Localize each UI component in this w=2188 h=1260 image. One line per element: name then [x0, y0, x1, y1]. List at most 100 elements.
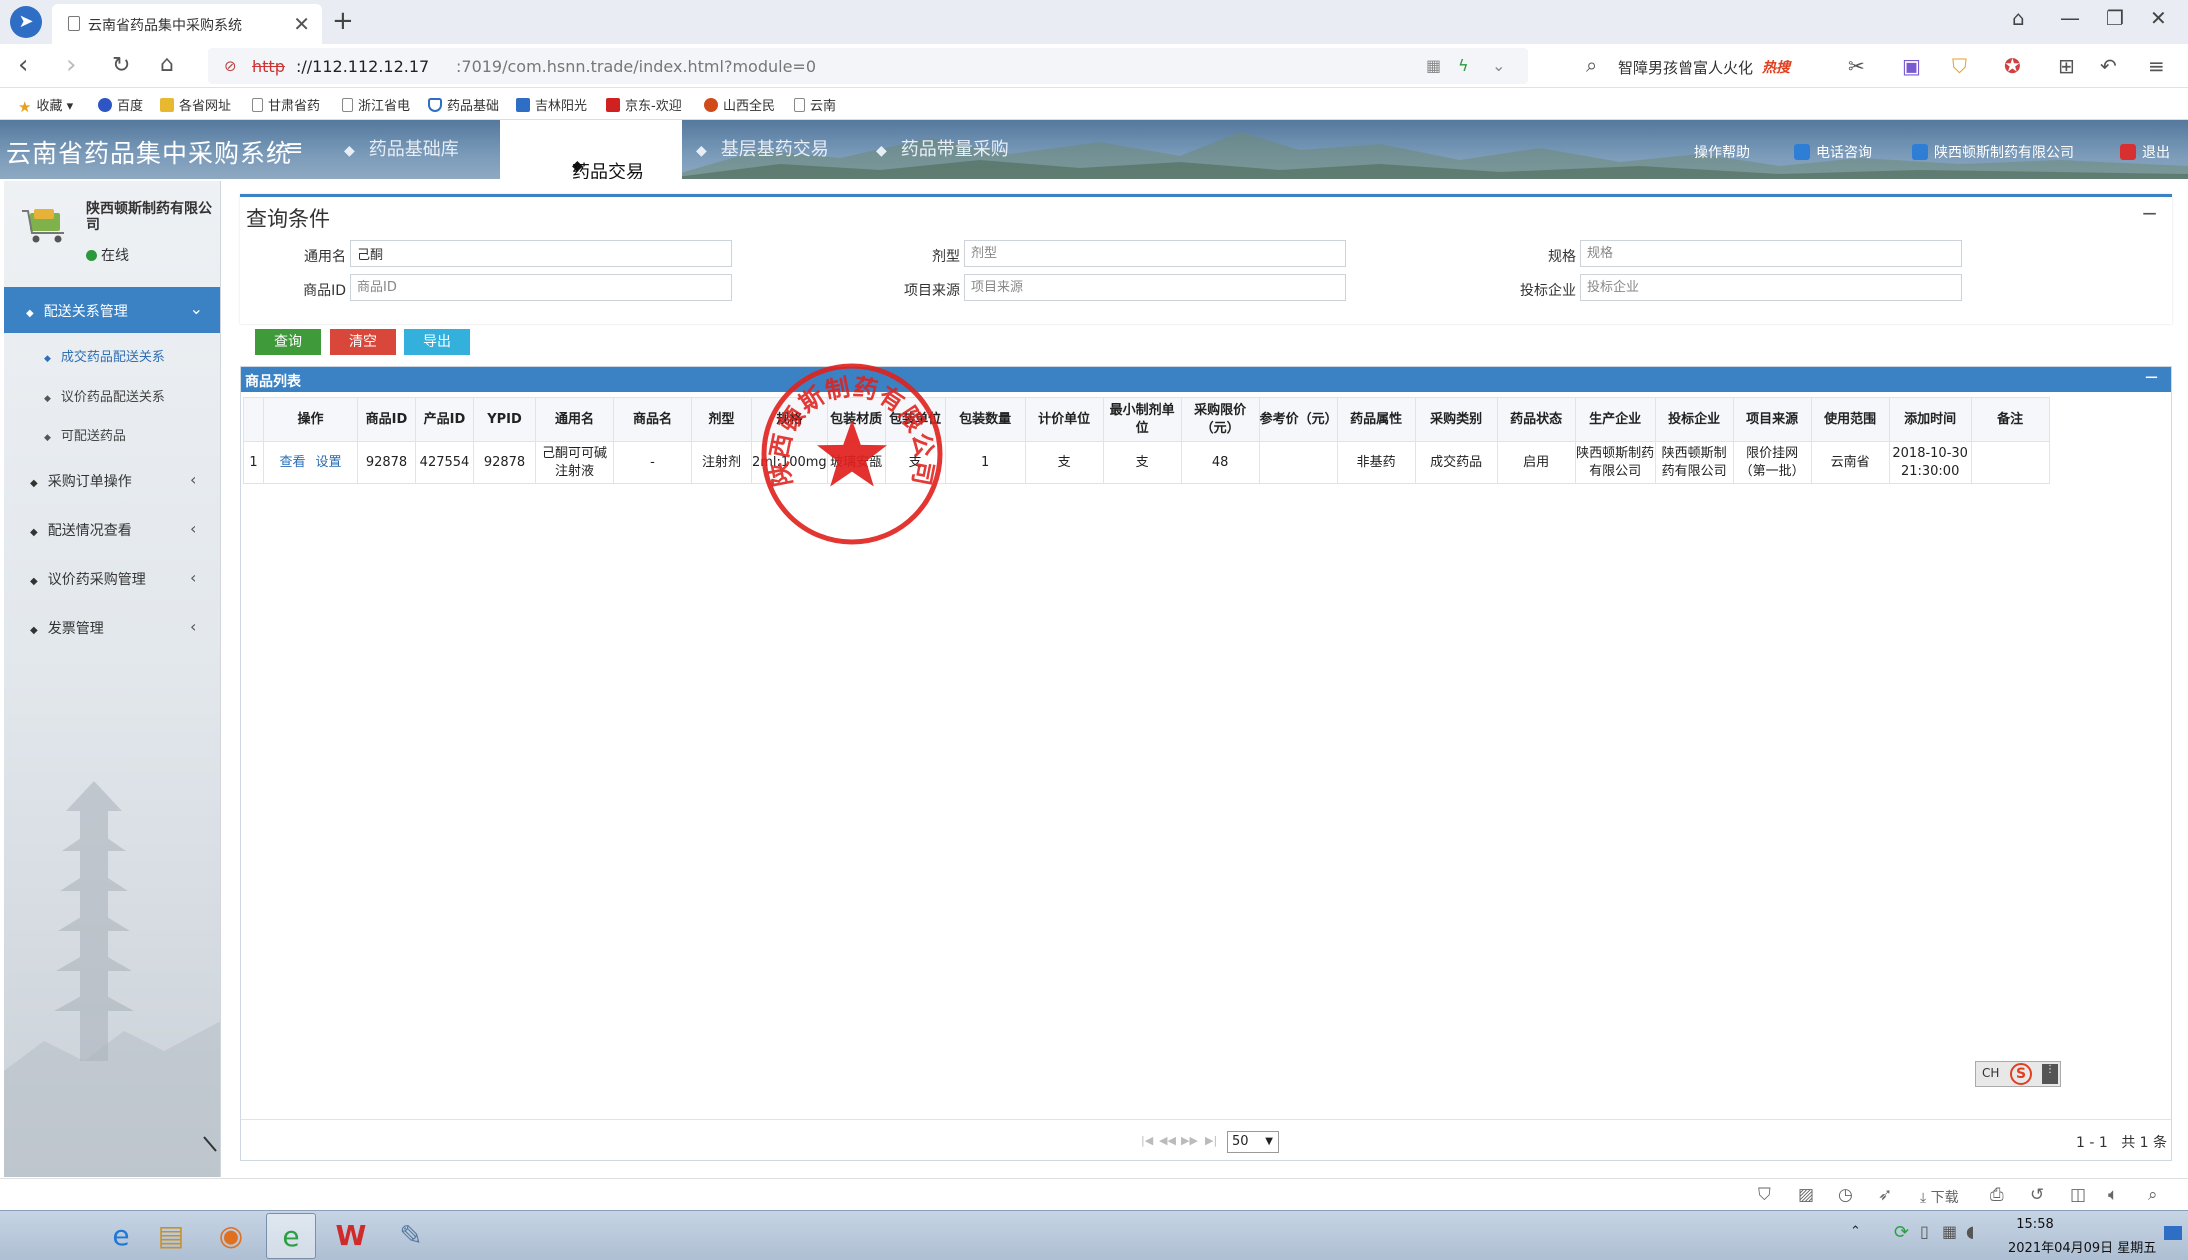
minimize-button[interactable]: —	[2060, 6, 2080, 30]
chevron-left-icon[interactable]: ‹	[190, 568, 196, 587]
tray-expand-icon[interactable]: ⌃	[1850, 1224, 1861, 1239]
media-player-icon[interactable]: ◉	[206, 1213, 256, 1259]
browser-tab[interactable]: 云南省药品集中采购系统 ✕	[52, 4, 322, 44]
column-header[interactable]: 包装材质	[826, 397, 886, 442]
column-header[interactable]: 生产企业	[1574, 397, 1656, 442]
clear-button[interactable]: 清空	[330, 329, 396, 355]
settings-link[interactable]: 设置	[316, 455, 342, 470]
sound-icon[interactable]: 🔈︎	[2108, 1185, 2118, 1205]
chevron-down-icon[interactable]: ⌄	[1492, 56, 1505, 75]
bookmark-item[interactable]: 京东-欢迎	[606, 95, 682, 114]
bookmark-item[interactable]: 吉林阳光	[516, 95, 587, 114]
collapse-icon[interactable]: −	[2144, 367, 2159, 388]
ime-menu-icon[interactable]: ⋮	[2042, 1064, 2058, 1084]
sidebar-group-delivery-status[interactable]: ◆ 配送情况查看	[30, 520, 132, 540]
rocket-icon[interactable]: ➶	[1878, 1185, 1892, 1205]
forward-icon[interactable]: ›	[66, 50, 76, 80]
help-link[interactable]: 操作帮助	[1694, 142, 1750, 162]
refresh-icon[interactable]: ↺	[2030, 1185, 2044, 1205]
new-tab-button[interactable]: +	[332, 6, 354, 36]
column-header[interactable]: 药品属性	[1336, 397, 1416, 442]
bidding-company-input[interactable]	[1580, 274, 1962, 301]
bookmark-item[interactable]: 百度	[98, 95, 143, 114]
bookmark-item[interactable]: 浙江省电	[342, 95, 410, 114]
bookmark-item[interactable]: 山西全民	[704, 95, 775, 114]
spec-input[interactable]	[1580, 240, 1962, 267]
back-icon[interactable]: ‹	[18, 50, 28, 80]
paint-icon[interactable]: ✎	[386, 1213, 436, 1259]
scissors-icon[interactable]: ✂	[1848, 54, 1865, 78]
ime-mode[interactable]: CH	[1982, 1066, 1999, 1080]
column-header[interactable]: 采购类别	[1414, 397, 1498, 442]
first-page-icon[interactable]: |◀	[1141, 1134, 1153, 1147]
shirt-icon[interactable]: ⌂	[2012, 6, 2025, 30]
wps-icon[interactable]: W	[326, 1213, 376, 1259]
dosage-form-input[interactable]	[964, 240, 1346, 267]
column-header[interactable]: 计价单位	[1024, 397, 1104, 442]
nav-tab-volume-purchase[interactable]: ◆ 药品带量采购	[876, 120, 1009, 179]
sidebar-item-deal-delivery[interactable]: ◆ 成交药品配送关系	[44, 346, 165, 365]
zoom-icon[interactable]: ⌕	[2148, 1185, 2158, 1205]
url-field[interactable]: ⊘ http ://112.112.12.17 :7019/com.hsnn.t…	[208, 48, 1528, 84]
show-desktop-icon[interactable]	[2164, 1226, 2182, 1240]
last-page-icon[interactable]: ▶|	[1205, 1134, 1217, 1147]
home-icon[interactable]: ⌂	[160, 52, 174, 77]
note-icon[interactable]: ▯	[1920, 1222, 1929, 1241]
column-header[interactable]: 使用范围	[1810, 397, 1890, 442]
history-icon[interactable]: ◷	[1838, 1185, 1853, 1205]
column-header[interactable]	[243, 397, 264, 442]
column-header[interactable]: 规格	[751, 397, 828, 442]
search-box[interactable]: ⌕ 智障男孩曾富人火化 热搜	[1580, 50, 1824, 82]
ime-toolbar[interactable]: CH S ⋮	[1975, 1061, 2061, 1087]
column-header[interactable]: 参考价（元）	[1258, 397, 1338, 442]
sidebar-item-deliverable-drugs[interactable]: ◆ 可配送药品	[44, 425, 126, 444]
browser-taskbar-icon[interactable]: e	[266, 1213, 316, 1259]
table-row[interactable]: 1 查看 设置 92878 427554 92878 己酮可可碱注射液 - 注射剂 2ml:100…	[243, 441, 2050, 484]
undo-icon[interactable]: ↶	[2100, 54, 2117, 78]
page-size-select[interactable]: 50 ▼	[1227, 1131, 1279, 1153]
column-header[interactable]: 项目来源	[1732, 397, 1812, 442]
column-header[interactable]: 备注	[1970, 397, 2050, 442]
prev-page-icon[interactable]: ◀◀	[1159, 1134, 1176, 1147]
hamburger-icon[interactable]: ≡	[285, 136, 303, 161]
company-link[interactable]: 陕西顿斯制药有限公司	[1912, 142, 2074, 162]
project-source-input[interactable]	[964, 274, 1346, 301]
bookmark-item[interactable]: 甘肃省药	[252, 95, 320, 114]
chevron-left-icon[interactable]: ‹	[190, 470, 196, 489]
nav-tab-basic-drug-trade[interactable]: ◆ 基层基药交易	[696, 120, 829, 179]
close-window-button[interactable]: ✕	[2150, 6, 2167, 30]
lightning-icon[interactable]: ϟ	[1458, 56, 1469, 75]
column-header[interactable]: 商品名	[613, 397, 692, 442]
bookmark-item[interactable]: 各省网址	[160, 95, 231, 114]
qr-icon[interactable]: ▦	[1426, 56, 1441, 75]
reload-icon[interactable]: ↻	[112, 53, 130, 78]
sogou-icon[interactable]: S	[2010, 1063, 2032, 1085]
sidebar-group-negotiated-purchase[interactable]: ◆ 议价药采购管理	[30, 569, 146, 589]
generic-name-input[interactable]	[350, 240, 732, 267]
network-icon[interactable]: ▦	[1942, 1222, 1957, 1241]
column-header[interactable]: 最小制剂单位	[1102, 397, 1182, 442]
column-header[interactable]: 添加时间	[1888, 397, 1972, 442]
logout-link[interactable]: 退出	[2120, 142, 2170, 162]
sidebar-group-purchase-orders[interactable]: ◆ 采购订单操作	[30, 471, 132, 491]
extension-icon[interactable]: ▣	[1902, 54, 1921, 78]
apps-icon[interactable]: ⊞	[2058, 54, 2075, 78]
next-page-icon[interactable]: ▶▶	[1181, 1134, 1198, 1147]
explorer-icon[interactable]: ▤	[146, 1213, 196, 1259]
column-header[interactable]: 包装单位	[884, 397, 946, 442]
column-header[interactable]: 操作	[263, 397, 358, 442]
shield-icon[interactable]: ⛉	[1952, 54, 1967, 78]
export-button[interactable]: 导出	[404, 329, 470, 355]
collapse-icon[interactable]: −	[2141, 201, 2158, 225]
column-header[interactable]: 产品ID	[415, 397, 474, 442]
browser-logo-icon[interactable]: ➤	[10, 6, 42, 38]
menu-icon[interactable]: ≡	[2148, 54, 2165, 78]
view-link[interactable]: 查看	[279, 455, 305, 470]
column-header[interactable]: 投标企业	[1654, 397, 1734, 442]
nav-tab-drug-library[interactable]: ◆ 药品基础库	[344, 120, 459, 179]
window-icon[interactable]: ◫	[2070, 1185, 2086, 1205]
bookmark-item[interactable]: 药品基础	[428, 95, 499, 114]
search-button[interactable]: 查询	[255, 329, 321, 355]
column-header[interactable]: 采购限价（元）	[1180, 397, 1260, 442]
chevron-left-icon[interactable]: ‹	[190, 519, 196, 538]
